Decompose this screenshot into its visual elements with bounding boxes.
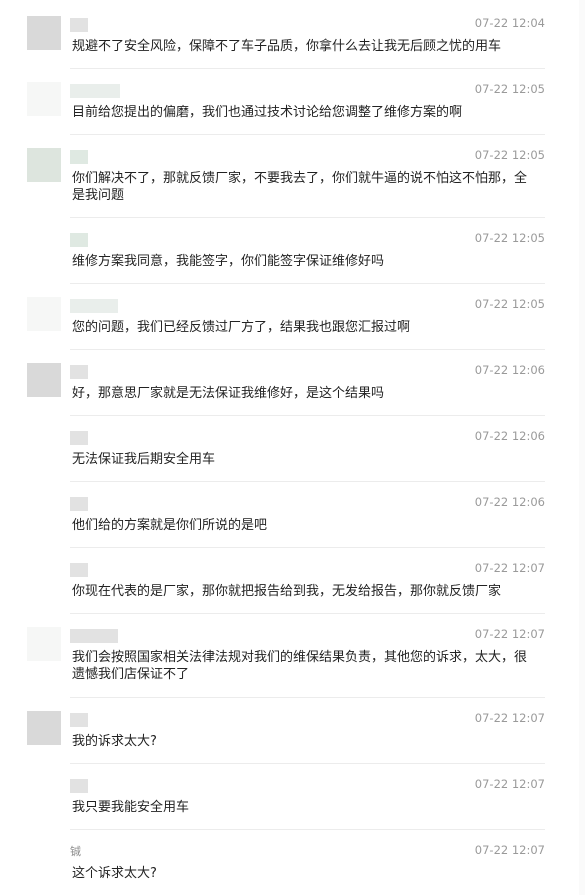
message-time: 07-22 12:05 [474,297,545,311]
divider [70,481,545,482]
divider [70,415,545,416]
message-text: 他们给的方案就是你们所说的是吧 [72,518,268,533]
message-time: 07-22 12:06 [474,429,545,443]
divider [70,134,545,135]
divider [70,217,545,218]
sender-name-blurred [70,431,88,445]
sender-name-blurred [70,629,118,643]
message-text: 你们解决不了，那就反馈厂家，不要我去了，你们就牛逼的说不怕这不怕那，全是我问题 [72,171,528,203]
message-time: 07-22 12:07 [474,777,545,791]
sender-name-blurred [70,497,88,511]
divider [70,349,545,350]
message-text: 我的诉求太大? [72,734,157,749]
divider [70,283,545,284]
sender-name-blurred [70,150,88,164]
message-text: 维修方案我同意，我能签字，你们能签字保证维修好吗 [72,254,385,269]
avatar[interactable] [27,711,61,745]
message-text: 你现在代表的是厂家，那你就把报告给到我，无发给报告，那你就反馈厂家 [72,584,502,599]
sender-name-blurred [70,563,88,577]
sender-name-blurred [70,779,88,793]
message-text: 我只要我能安全用车 [72,800,190,815]
message-time: 07-22 12:07 [474,711,545,725]
avatar[interactable] [27,627,61,661]
divider [70,68,545,69]
message-text: 我们会按照国家相关法律法规对我们的维保结果负责，其他您的诉求，太大，很遗憾我们店… [72,650,528,682]
sender-name-blurred [70,365,88,379]
message-text: 目前给您提出的偏磨，我们也通过技术讨论给您调整了维修方案的啊 [72,105,463,120]
message-time: 07-22 12:07 [474,561,545,575]
sender-name-blurred [70,233,88,247]
divider [70,763,545,764]
avatar[interactable] [27,297,61,331]
message-text: 这个诉求太大? [72,866,157,881]
divider [70,697,545,698]
divider [70,829,545,830]
sender-name-blurred [70,18,88,32]
sender-name-blurred [70,299,118,313]
sender-name-blurred [70,84,120,98]
divider [70,613,545,614]
message-time: 07-22 12:06 [474,363,545,377]
avatar[interactable] [27,82,61,116]
message-text: 无法保证我后期安全用车 [72,452,216,467]
message-time: 07-22 12:05 [474,231,545,245]
message-time: 07-22 12:05 [474,148,545,162]
sender-name: 铖 [70,845,81,858]
message-text: 好，那意思厂家就是无法保证我维修好，是这个结果吗 [72,386,385,401]
message-text: 规避不了安全风险，保障不了车子品质，你拿什么去让我无后顾之忧的用车 [72,39,502,54]
message-time: 07-22 12:04 [474,16,545,30]
message-time: 07-22 12:05 [474,82,545,96]
message-time: 07-22 12:07 [474,627,545,641]
message-time: 07-22 12:06 [474,495,545,509]
avatar[interactable] [27,363,61,397]
sender-name-blurred [70,713,88,727]
scrollbar-track[interactable] [579,0,585,895]
avatar[interactable] [27,148,61,182]
message-time: 07-22 12:07 [474,843,545,857]
message-text: 您的问题，我们已经反馈过厂方了，结果我也跟您汇报过啊 [72,320,411,335]
avatar[interactable] [27,16,61,50]
divider [70,547,545,548]
